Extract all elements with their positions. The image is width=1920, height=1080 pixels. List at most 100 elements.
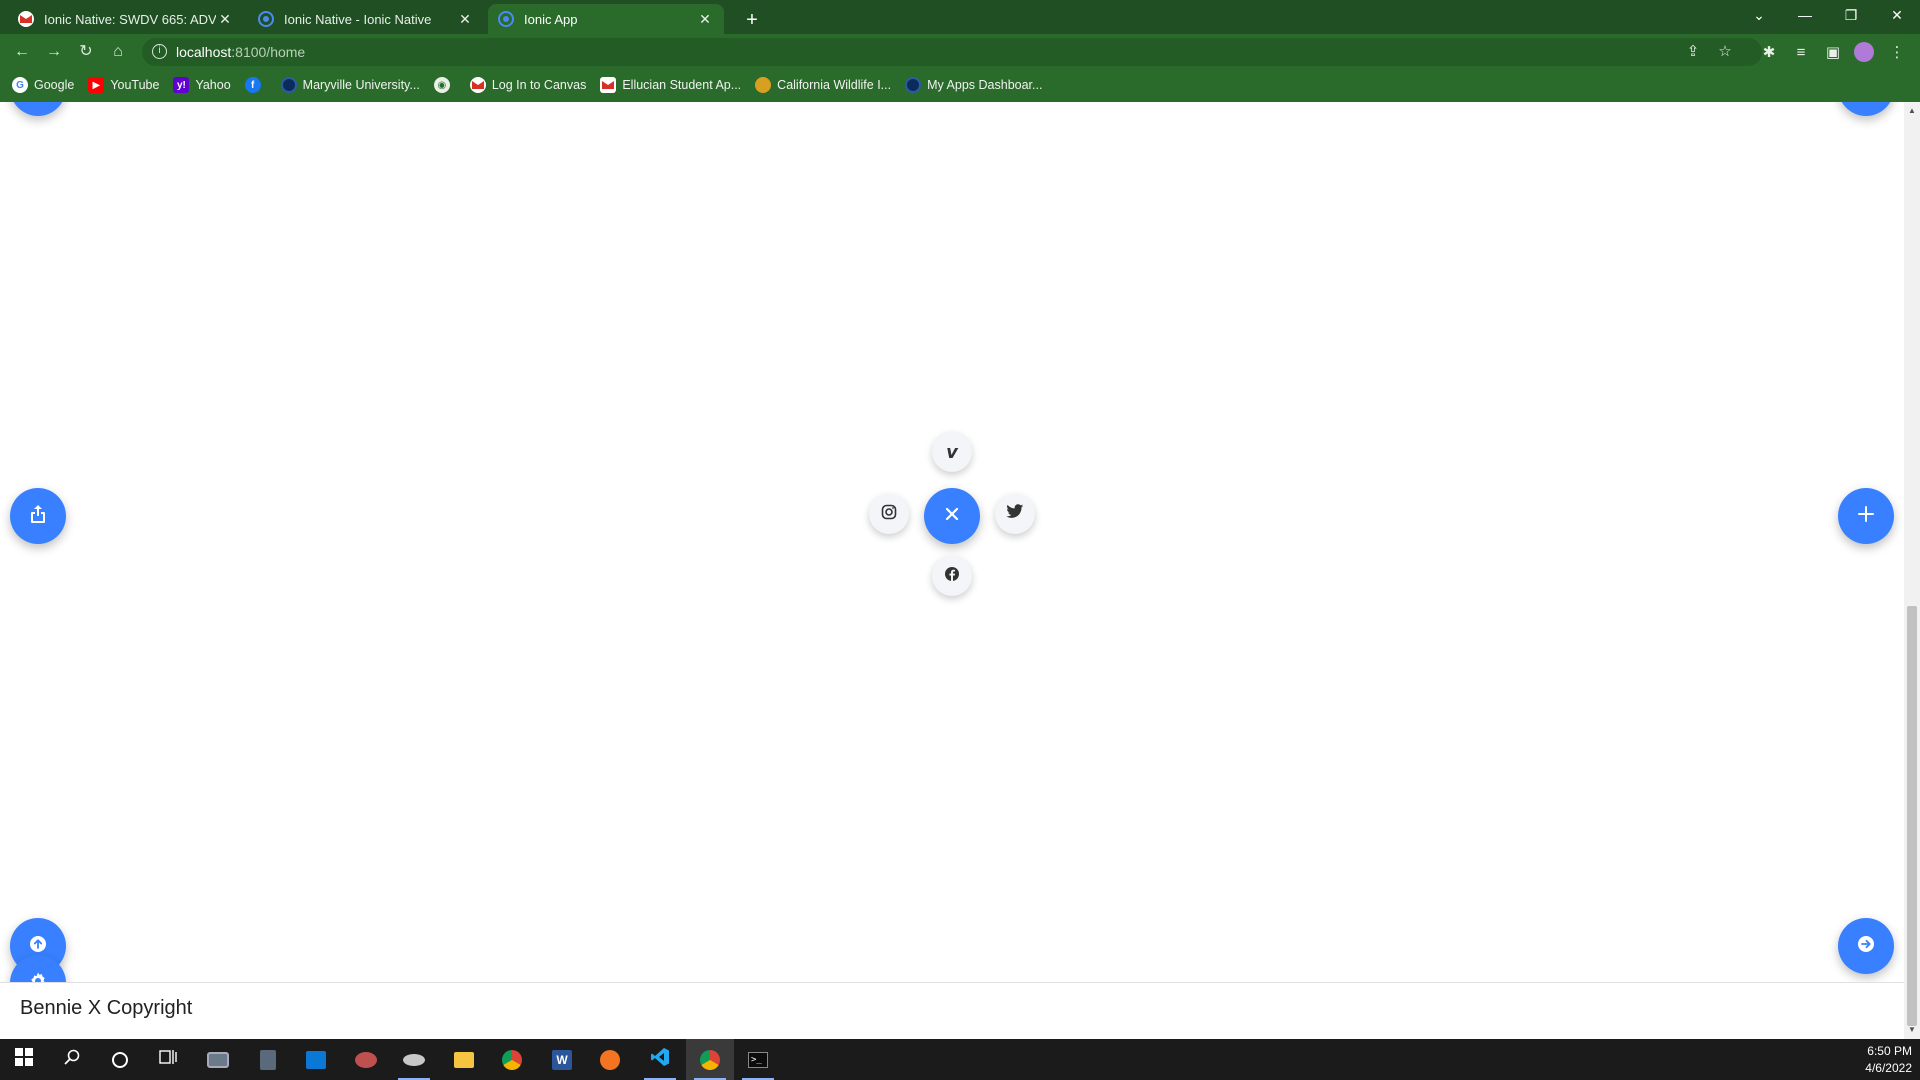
browser-chrome: Ionic Native: SWDV 665: ADV TOPICS ✕ Ion… <box>0 0 1920 102</box>
scrollbar-thumb[interactable] <box>1907 606 1917 1026</box>
crunchyroll-icon <box>600 1049 620 1070</box>
yahoo-icon: y! <box>173 77 190 93</box>
search-button[interactable] <box>48 1039 96 1080</box>
taskbar-calculator[interactable] <box>244 1039 292 1080</box>
navigate-fab[interactable] <box>1838 918 1894 974</box>
vimeo-fab-button[interactable]: v <box>932 432 972 472</box>
tab-close-icon[interactable]: ✕ <box>696 11 714 28</box>
instagram-fab-button[interactable] <box>869 494 909 534</box>
search-icon <box>63 1048 81 1071</box>
gmail-icon <box>18 11 34 27</box>
address-bar[interactable]: i localhost:8100/home ⇪ ☆ <box>142 38 1762 66</box>
bookmark-label: California Wildlife I... <box>777 78 892 92</box>
bookmark-facebook[interactable]: f <box>244 77 267 93</box>
share-icon[interactable]: ⇪ <box>1682 41 1704 63</box>
tab-close-icon[interactable]: ✕ <box>216 11 234 28</box>
page-scrollbar[interactable]: ▲ ▼ <box>1904 102 1920 1039</box>
bookmark-maryville[interactable]: Maryville University... <box>280 77 420 93</box>
tab-ionic-native-swdv[interactable]: Ionic Native: SWDV 665: ADV TOPICS ✕ <box>8 4 244 34</box>
gmail-icon <box>600 77 617 93</box>
taskbar-chrome[interactable] <box>488 1039 536 1080</box>
reload-icon[interactable]: ↻ <box>72 38 100 66</box>
restore-button[interactable]: ❐ <box>1828 0 1874 30</box>
forward-icon[interactable]: → <box>40 38 68 66</box>
taskbar-store[interactable] <box>292 1039 340 1080</box>
bookmark-google[interactable]: G Google <box>12 77 74 93</box>
ionic-icon <box>258 11 274 27</box>
media-queue-icon[interactable]: ≡ <box>1790 42 1812 64</box>
scroll-up-arrow-icon[interactable]: ▲ <box>1907 106 1917 116</box>
cortana-icon <box>112 1051 128 1068</box>
bookmark-my-apps[interactable]: My Apps Dashboar... <box>905 77 1042 93</box>
taskbar-app-mouse[interactable] <box>390 1039 438 1080</box>
site-info-icon[interactable]: i <box>152 44 167 59</box>
toolbar: ← → ↻ ⌂ i localhost:8100/home ⇪ ☆ ✱ ≡ ▣ … <box>0 36 1920 68</box>
bookmark-star-icon[interactable]: ☆ <box>1714 41 1736 63</box>
share-fab[interactable] <box>10 488 66 544</box>
home-icon[interactable]: ⌂ <box>104 38 132 66</box>
start-button[interactable] <box>0 1039 48 1080</box>
scroll-down-arrow-icon[interactable]: ▼ <box>1907 1025 1917 1035</box>
wildlife-icon <box>755 77 772 93</box>
cortana-button[interactable] <box>96 1039 144 1080</box>
social-fab-toggle[interactable] <box>924 488 980 544</box>
url-host: localhost <box>176 44 232 60</box>
calculator-icon <box>260 1049 276 1070</box>
facebook-icon <box>944 566 960 587</box>
top-left-fab[interactable] <box>10 102 66 116</box>
tab-title: Ionic App <box>524 11 578 27</box>
bookmark-yahoo[interactable]: y! Yahoo <box>173 77 231 93</box>
globe-icon: ◉ <box>433 77 450 93</box>
ionic-icon <box>498 11 514 27</box>
tab-search-icon[interactable]: ⌄ <box>1736 0 1782 30</box>
facebook-fab-button[interactable] <box>932 556 972 596</box>
youtube-icon: ▶ <box>88 77 105 93</box>
extensions-icon[interactable]: ✱ <box>1758 42 1780 64</box>
twitter-icon <box>1006 504 1024 524</box>
bookmark-label: Log In to Canvas <box>491 78 587 92</box>
taskbar-file-explorer[interactable] <box>440 1039 488 1080</box>
terminal-icon: >_ <box>748 1051 768 1068</box>
clock-time: 6:50 PM <box>1867 1044 1912 1058</box>
tab-title: Ionic Native - Ionic Native <box>284 11 432 27</box>
paint-icon <box>355 1051 377 1068</box>
side-panel-icon[interactable]: ▣ <box>1822 42 1844 64</box>
add-fab[interactable] <box>1838 488 1894 544</box>
taskbar-paint[interactable] <box>342 1039 390 1080</box>
twitter-fab-button[interactable] <box>995 494 1035 534</box>
taskbar-word[interactable]: W <box>538 1039 586 1080</box>
task-view-button[interactable] <box>144 1039 192 1080</box>
taskbar-terminal[interactable]: >_ <box>734 1039 782 1080</box>
taskbar-crunchyroll[interactable] <box>586 1039 634 1080</box>
taskbar-vscode[interactable] <box>636 1039 684 1080</box>
profile-avatar[interactable] <box>1854 42 1876 64</box>
new-tab-button[interactable]: + <box>738 6 766 34</box>
close-window-button[interactable]: ✕ <box>1874 0 1920 30</box>
bookmark-ellucian[interactable]: Ellucian Student Ap... <box>600 77 741 93</box>
folder-icon <box>454 1051 474 1068</box>
tab-title: Ionic Native: SWDV 665: ADV TOPICS <box>44 11 216 27</box>
back-icon[interactable]: ← <box>8 38 36 66</box>
bookmark-globe[interactable]: ◉ <box>433 77 456 93</box>
task-view-icon <box>159 1049 177 1070</box>
minimize-button[interactable]: — <box>1782 0 1828 30</box>
top-right-fab[interactable] <box>1838 102 1894 116</box>
bookmark-label: Maryville University... <box>302 78 420 92</box>
system-clock[interactable]: 6:50 PM 4/6/2022 <box>1865 1043 1912 1077</box>
bookmark-canvas[interactable]: Log In to Canvas <box>469 77 587 93</box>
bookmark-california-wildlife[interactable]: California Wildlife I... <box>755 77 891 93</box>
bookmarks-bar: G Google ▶ YouTube y! Yahoo f Maryville … <box>0 72 1920 98</box>
menu-icon[interactable]: ⋮ <box>1886 42 1908 64</box>
tab-ionic-app[interactable]: Ionic App ✕ <box>488 4 724 34</box>
chrome-icon <box>700 1049 720 1070</box>
bookmark-youtube[interactable]: ▶ YouTube <box>88 77 159 93</box>
close-icon <box>944 506 960 527</box>
add-icon <box>1857 505 1875 528</box>
bookmark-label: Yahoo <box>195 78 231 92</box>
camera-icon <box>207 1051 229 1068</box>
tab-ionic-native[interactable]: Ionic Native - Ionic Native ✕ <box>248 4 484 34</box>
tab-close-icon[interactable]: ✕ <box>456 11 474 28</box>
clock-date: 4/6/2022 <box>1865 1061 1912 1075</box>
taskbar-camera[interactable] <box>194 1039 242 1080</box>
taskbar-chrome-profile[interactable] <box>686 1039 734 1080</box>
